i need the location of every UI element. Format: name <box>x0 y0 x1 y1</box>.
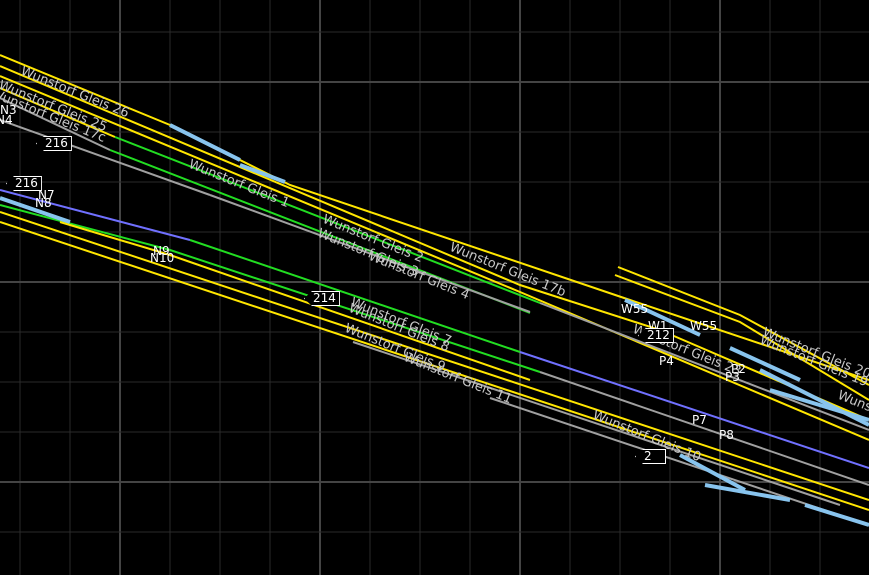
point-label[interactable]: N4 <box>0 113 13 127</box>
point-label[interactable]: N8 <box>35 196 52 210</box>
point-label[interactable]: P8 <box>719 428 734 442</box>
point-label[interactable]: P4 <box>659 354 674 368</box>
point-label[interactable]: N10 <box>150 251 174 265</box>
track-diagram: Wunstorf Gleis 26 Wunstorf Gleis 25 Wuns… <box>0 0 869 575</box>
switch-segment[interactable] <box>804 503 869 527</box>
point-label[interactable]: W55 <box>690 319 717 333</box>
point-label[interactable]: W55 <box>621 302 648 316</box>
switch-segment[interactable] <box>704 483 791 502</box>
point-label[interactable]: P3 <box>725 370 740 384</box>
point-label[interactable]: P7 <box>692 413 707 427</box>
track-segment[interactable] <box>0 75 869 441</box>
